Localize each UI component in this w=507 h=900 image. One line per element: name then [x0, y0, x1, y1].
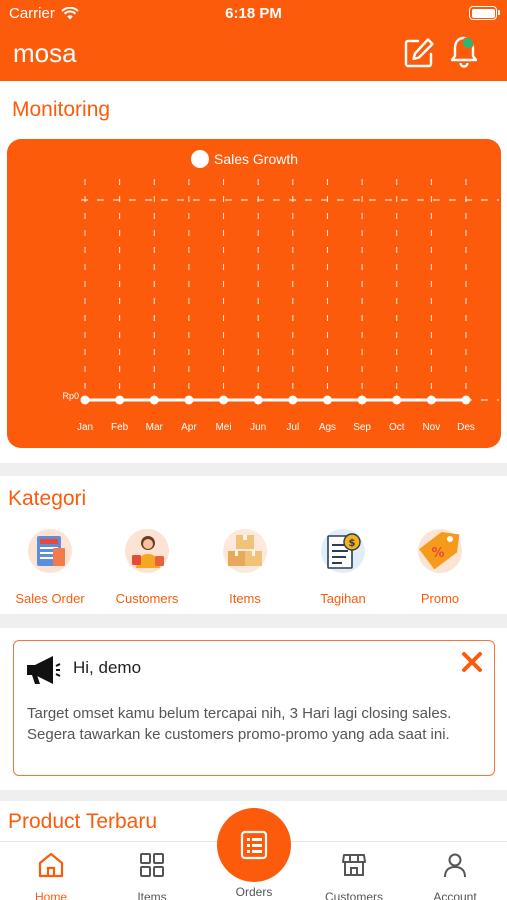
orders-fab-button[interactable] — [217, 808, 291, 882]
promo-tag-icon: % — [418, 529, 462, 573]
notification-dot — [462, 37, 474, 49]
svg-text:$: $ — [349, 538, 356, 549]
x-tick-label: Jul — [286, 422, 299, 433]
nav-orders-label: Orders — [235, 885, 273, 899]
x-tick-label: Jun — [250, 422, 266, 433]
x-tick-label: Sep — [353, 422, 371, 433]
x-tick-label: Ags — [319, 422, 336, 433]
nav-label: Items — [137, 890, 167, 900]
orders-icon — [240, 830, 268, 860]
x-tick-label: Apr — [181, 422, 197, 433]
x-tick-label: Mei — [215, 422, 231, 433]
data-point — [322, 395, 332, 405]
nav-items[interactable]: Items — [102, 842, 202, 900]
category-label: Items — [229, 591, 261, 606]
clock: 6:18 PM — [225, 5, 282, 22]
category-sales-order[interactable]: Sales Order — [5, 528, 95, 606]
data-point — [253, 395, 263, 405]
data-point — [426, 395, 436, 405]
category-tagihan[interactable]: $ Tagihan — [298, 528, 388, 606]
category-customers[interactable]: Customers — [102, 528, 192, 606]
notice-section: Hi, demo Target omset kamu belum tercapa… — [0, 628, 507, 790]
x-tick-label: Jan — [77, 422, 93, 433]
category-label: Sales Order — [15, 591, 85, 606]
app-header: mosa — [0, 28, 507, 81]
category-items[interactable]: Items — [200, 528, 290, 606]
data-point — [115, 395, 125, 405]
home-icon — [38, 852, 64, 878]
customers-icon — [125, 529, 169, 573]
data-point — [219, 395, 229, 405]
data-point — [392, 395, 402, 405]
data-point — [357, 395, 367, 405]
legend-marker — [191, 150, 209, 168]
x-tick-label: Mar — [146, 422, 164, 433]
megaphone-icon — [27, 656, 61, 684]
legend-label: Sales Growth — [214, 151, 298, 167]
nav-home[interactable]: Home — [1, 842, 101, 900]
data-point — [288, 395, 298, 405]
nav-customers[interactable]: Customers — [304, 842, 404, 900]
app-screen: Carrier 6:18 PM mosa Monitoring Rp0 Jan Fe… — [0, 0, 507, 900]
reminder-message: Target omset kamu belum tercapai nih, 3 … — [27, 705, 452, 743]
nav-label: Customers — [324, 890, 383, 900]
nav-label: Home — [34, 890, 67, 900]
category-label: Customers — [115, 591, 179, 606]
chart-canvas: Rp0 Jan Feb Mar Apr Mei Jun Jul Ags Sep Oct Nov Des S… — [62, 150, 499, 433]
data-point — [80, 395, 90, 405]
product-title: Product Terbaru — [8, 810, 158, 833]
store-icon — [342, 854, 366, 876]
x-tick-label: Oct — [389, 422, 405, 433]
items-boxes-icon — [223, 529, 267, 573]
app-title: mosa — [13, 38, 77, 68]
monitoring-section: Monitoring Rp0 Jan Feb Mar Apr Mei Jun Jul Ags Se… — [0, 81, 507, 463]
category-promo[interactable]: % Promo — [395, 528, 485, 606]
reminder-card: Hi, demo Target omset kamu belum tercapa… — [13, 640, 495, 776]
category-label: Tagihan — [320, 591, 366, 606]
x-tick-label: Feb — [111, 422, 129, 433]
close-icon[interactable] — [461, 651, 483, 673]
y-tick-label: Rp0 — [62, 391, 79, 401]
svg-text:%: % — [431, 546, 444, 561]
user-icon — [444, 853, 466, 878]
x-tick-label: Nov — [422, 422, 440, 433]
nav-label: Account — [433, 890, 477, 900]
data-point — [149, 395, 159, 405]
sales-growth-chart: Rp0 Jan Feb Mar Apr Mei Jun Jul Ags Sep Oct Nov Des S… — [7, 139, 501, 448]
sales-order-icon — [28, 529, 72, 573]
monitoring-title: Monitoring — [12, 98, 111, 121]
greeting-text: Hi, demo — [73, 658, 142, 677]
data-point — [461, 395, 471, 405]
x-tick-label: Des — [457, 422, 475, 433]
kategori-section: Kategori Sales Order Customers Items $ T… — [0, 476, 507, 614]
category-label: Promo — [420, 591, 460, 606]
edit-icon[interactable] — [402, 36, 436, 70]
battery-icon — [469, 6, 500, 20]
data-point — [184, 395, 194, 405]
nav-account[interactable]: Account — [405, 842, 505, 900]
invoice-icon: $ — [321, 529, 365, 573]
kategori-title: Kategori — [8, 487, 87, 510]
grid-icon — [140, 853, 164, 877]
status-bar: Carrier 6:18 PM — [0, 0, 507, 28]
